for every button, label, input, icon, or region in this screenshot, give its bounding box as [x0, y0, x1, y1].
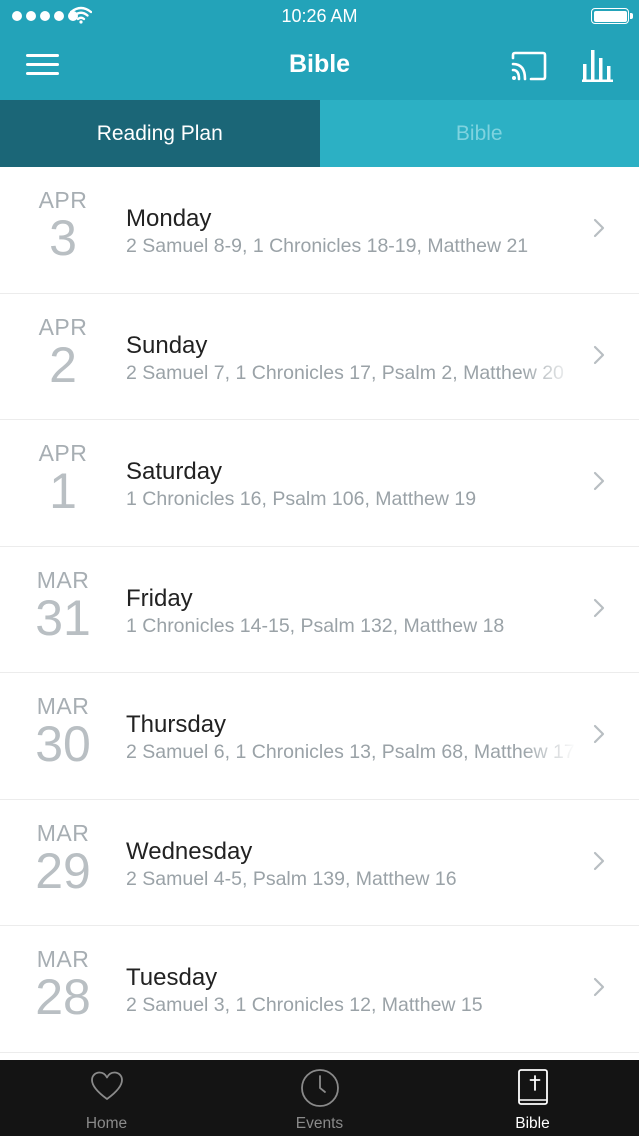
clock-icon [300, 1069, 339, 1107]
tab-bar: Home Events Bible [0, 1060, 639, 1136]
date-block: APR 2 [18, 314, 108, 390]
segmented-control: Reading Plan Bible [0, 100, 639, 167]
date-day: 31 [35, 589, 91, 646]
date-month: MAR [36, 566, 90, 593]
chevron-right-icon [593, 471, 605, 491]
readings-text: 1 Chronicles 16, Psalm 106, Matthew 19 [126, 488, 477, 510]
nav-bar: Bible [0, 34, 639, 100]
readings-text: 1 Chronicles 14-15, Psalm 132, Matthew 1… [126, 614, 505, 637]
reading-plan-list: APR 3 Monday 2 Samuel 8-9, 1 Chronicles … [0, 167, 639, 1060]
tab-home[interactable]: Home [0, 1060, 213, 1136]
date-month: APR [38, 313, 88, 340]
tab-label: Events [295, 1115, 344, 1132]
weekday-label: Saturday [126, 458, 223, 485]
heart-icon [90, 1071, 123, 1100]
date-day: 1 [49, 463, 77, 519]
chevron-right-icon [593, 345, 605, 364]
list-item[interactable]: MAR 30 Thursday 2 Samuel 6, 1 Chronicles… [0, 673, 639, 800]
date-day: 3 [49, 210, 77, 266]
weekday-label: Friday [126, 584, 193, 612]
weekday-label: Wednesday [126, 837, 253, 865]
list-item[interactable]: APR 3 Monday 2 Samuel 8-9, 1 Chronicles … [0, 167, 639, 294]
readings-text: 2 Samuel 3, 1 Chronicles 12, Matthew 15 [126, 994, 483, 1016]
list-item[interactable]: MAR 31 Friday 1 Chronicles 14-15, Psalm … [0, 546, 639, 673]
weekday-label: Sunday [126, 331, 208, 359]
app-header: 10:26 AM Bible [0, 0, 639, 100]
date-block: APR 1 [18, 440, 108, 516]
status-time: 10:26 AM [281, 6, 358, 26]
readings-text: 2 Samuel 4-5, Psalm 139, Matthew 16 [126, 867, 457, 890]
date-block: MAR 29 [18, 820, 108, 896]
chevron-right-icon [593, 851, 605, 870]
date-month: MAR [36, 819, 90, 846]
date-block: MAR 28 [18, 946, 108, 1022]
segment-bible[interactable]: Bible [319, 100, 639, 167]
segment-reading-plan[interactable]: Reading Plan [0, 100, 320, 167]
weekday-label: Thursday [126, 711, 227, 738]
date-day: 30 [35, 716, 91, 772]
bible-icon [517, 1069, 548, 1105]
cast-icon[interactable] [510, 50, 548, 82]
date-block: MAR 30 [18, 693, 108, 769]
chevron-right-icon [593, 598, 605, 617]
date-day: 28 [35, 969, 91, 1025]
weekday-label: Monday [126, 205, 212, 232]
list-item[interactable]: APR 2 Sunday 2 Samuel 7, 1 Chronicles 17… [0, 293, 639, 420]
tab-bible[interactable]: Bible [426, 1060, 639, 1136]
list-item[interactable]: MAR 28 Tuesday 2 Samuel 3, 1 Chronicles … [0, 926, 639, 1053]
date-day: 29 [35, 842, 91, 899]
readings-text: 2 Samuel 7, 1 Chronicles 17, Psalm 2, Ma… [126, 361, 564, 384]
status-bar: 10:26 AM [0, 0, 639, 34]
readings-text: 2 Samuel 8-9, 1 Chronicles 18-19, Matthe… [126, 235, 529, 257]
date-day: 2 [49, 336, 77, 393]
list-item[interactable]: APR 1 Saturday 1 Chronicles 16, Psalm 10… [0, 420, 639, 547]
battery-icon [591, 8, 633, 24]
chevron-right-icon [593, 218, 605, 238]
tab-events[interactable]: Events [213, 1060, 426, 1136]
bar-chart-icon[interactable] [582, 48, 614, 82]
weekday-label: Tuesday [126, 964, 218, 991]
chevron-right-icon [593, 977, 605, 997]
date-block: MAR 31 [18, 567, 108, 643]
list-item[interactable]: MAR 29 Wednesday 2 Samuel 4-5, Psalm 139… [0, 799, 639, 926]
chevron-right-icon [593, 724, 605, 744]
date-block: APR 3 [18, 187, 108, 263]
tab-label: Home [85, 1115, 128, 1132]
readings-text: 2 Samuel 6, 1 Chronicles 13, Psalm 68, M… [126, 741, 575, 763]
tab-label: Bible [515, 1115, 550, 1132]
